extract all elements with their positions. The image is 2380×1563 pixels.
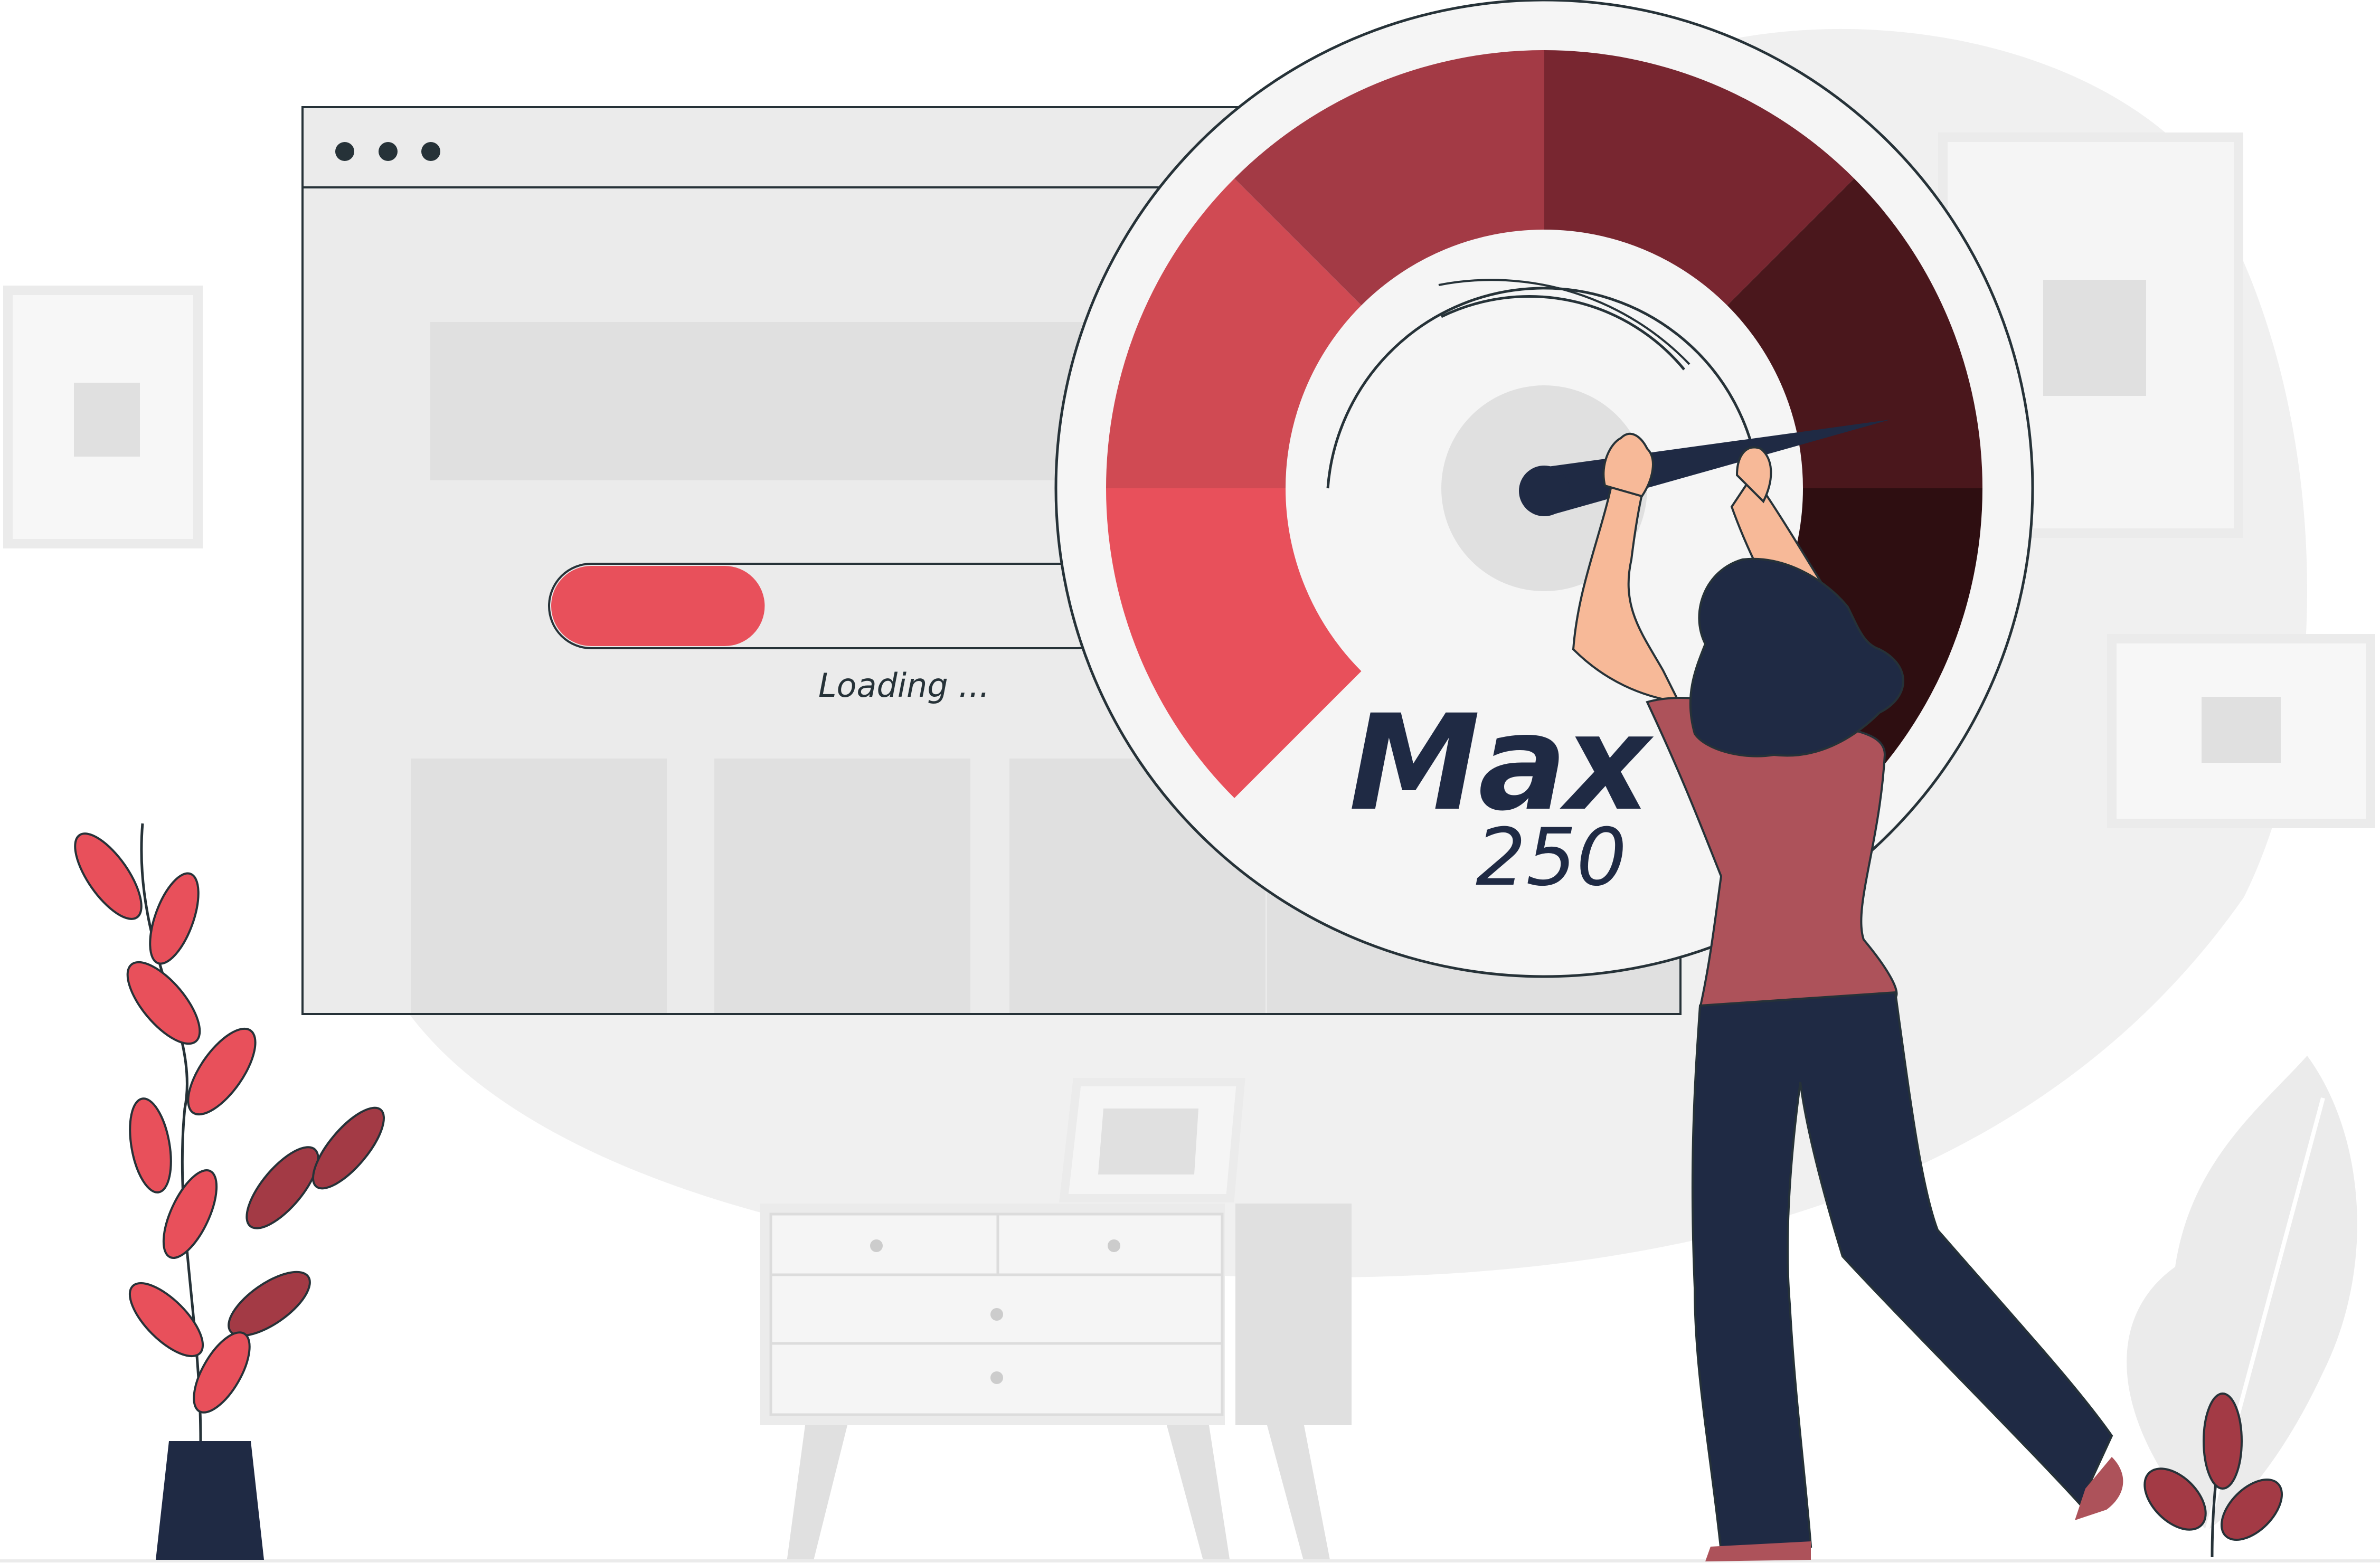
content-card-placeholder (411, 759, 667, 1013)
content-card-placeholder (714, 759, 970, 1013)
loading-text: Loading ... (818, 666, 990, 705)
sideboard-picture (1059, 1078, 1245, 1202)
decor-leaf-right (2127, 1056, 2357, 1532)
speed-illustration (0, 0, 2380, 1562)
wall-frame-left (3, 286, 203, 548)
window-dot[interactable] (335, 142, 354, 161)
sideboard (760, 1204, 1352, 1562)
window-dot[interactable] (421, 142, 440, 161)
gauge-needle-cap (1519, 466, 1570, 516)
gauge-value: 250 (1476, 812, 1627, 904)
wall-frame-right-bottom (2107, 634, 2375, 828)
window-dot[interactable] (379, 142, 398, 161)
progress-fill (551, 566, 765, 646)
